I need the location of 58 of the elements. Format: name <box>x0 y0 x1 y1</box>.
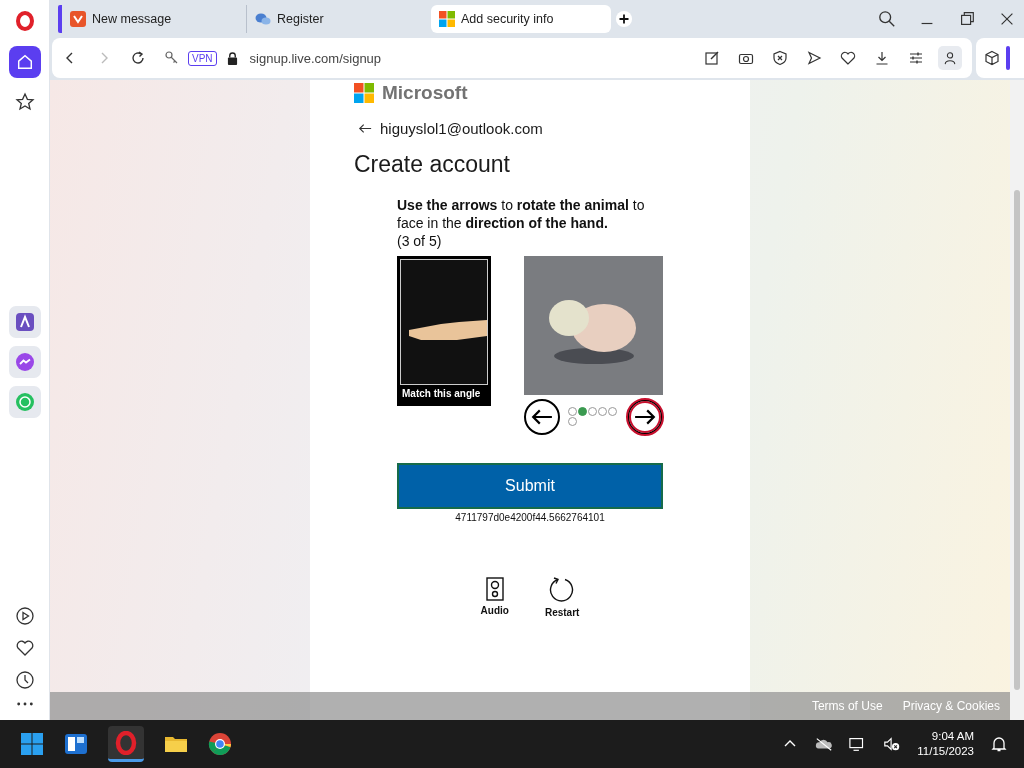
reload-icon[interactable] <box>130 50 146 66</box>
app-icon[interactable] <box>8 306 41 338</box>
url-text[interactable]: signup.live.com/signup <box>249 50 382 66</box>
right-arrow-icon <box>634 409 656 425</box>
opera-taskbar-icon[interactable] <box>108 726 144 762</box>
browser-tab[interactable]: Register <box>246 5 427 33</box>
player-icon[interactable] <box>14 606 35 626</box>
edit-icon[interactable] <box>704 50 720 66</box>
heart-icon[interactable] <box>14 638 35 658</box>
key-icon[interactable] <box>164 50 180 66</box>
star-icon[interactable] <box>14 92 35 112</box>
heart-icon[interactable] <box>840 50 856 66</box>
image-caption: Match this angle <box>402 388 482 399</box>
restart-button[interactable]: Restart <box>544 577 580 618</box>
clock-time[interactable]: 9:04 AM <box>931 729 974 744</box>
settings-icon[interactable] <box>908 50 924 66</box>
more-icon[interactable] <box>15 702 34 706</box>
browser-tab[interactable]: Add security info <box>431 5 611 33</box>
speaker-icon <box>485 577 504 601</box>
clock-date[interactable]: 11/15/2023 <box>917 744 974 759</box>
previous-arrow-button[interactable] <box>524 399 560 435</box>
mail-logo-icon <box>70 11 86 27</box>
search-icon[interactable] <box>878 10 896 28</box>
chrome-icon[interactable] <box>208 732 232 756</box>
progress-text: (3 of 5) <box>397 232 443 250</box>
start-icon[interactable] <box>20 732 44 756</box>
session-token: 4711797d0e4200f44.5662764101 <box>454 512 606 523</box>
home-icon[interactable] <box>8 46 41 78</box>
chat-bubbles-icon <box>255 11 271 27</box>
browser-tab[interactable]: New message <box>58 5 242 33</box>
restart-icon <box>549 577 576 603</box>
back-arrow-icon[interactable] <box>358 123 372 134</box>
cube-icon[interactable] <box>984 50 1000 66</box>
messenger-icon[interactable] <box>8 346 41 378</box>
muted-speaker-icon[interactable] <box>883 736 902 752</box>
new-tab-icon[interactable] <box>615 10 633 28</box>
widgets-icon[interactable] <box>64 732 88 756</box>
account-email: higuyslol1@outlook.com <box>380 120 543 137</box>
submit-button[interactable]: Submit <box>397 463 663 509</box>
brand-name: Microsoft <box>382 82 468 104</box>
audio-button[interactable]: Audio <box>480 577 509 618</box>
microsoft-logo-icon <box>354 83 374 103</box>
left-arrow-icon <box>531 409 553 425</box>
profile-icon[interactable] <box>938 46 962 70</box>
lock-icon <box>226 51 238 65</box>
shield-icon[interactable] <box>772 50 788 66</box>
instruction-text: Use the arrows to rotate the animal to face in the direction of the hand. <box>397 196 646 232</box>
notification-bell-icon[interactable] <box>990 736 1008 752</box>
next-arrow-button[interactable] <box>627 399 663 435</box>
send-icon[interactable] <box>806 50 822 66</box>
page-heading: Create account <box>354 151 511 178</box>
download-icon[interactable] <box>874 50 890 66</box>
microsoft-logo-icon <box>439 11 455 27</box>
clock-icon[interactable] <box>14 670 35 690</box>
cloud-icon[interactable] <box>815 736 834 752</box>
restore-icon[interactable] <box>958 10 976 28</box>
browser-logo-icon[interactable] <box>14 10 35 32</box>
vpn-badge[interactable]: VPN <box>188 50 217 66</box>
